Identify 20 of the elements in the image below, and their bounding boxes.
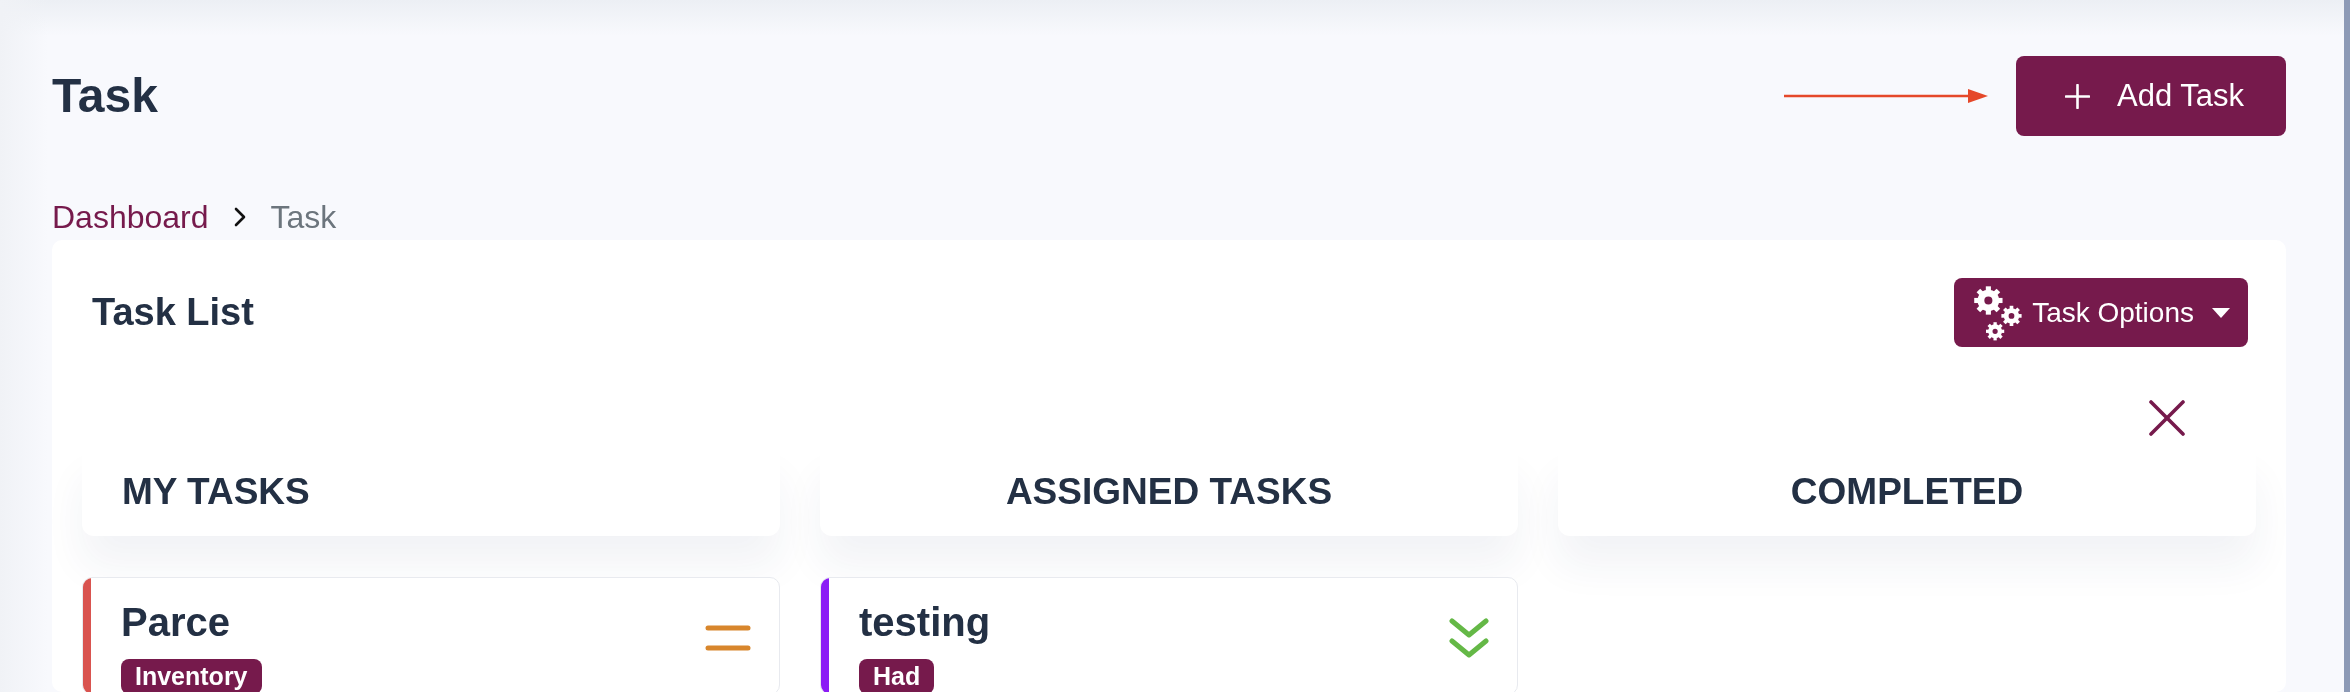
panel-title: Task List <box>92 289 254 335</box>
task-tag: Inventory <box>121 659 262 692</box>
task-card[interactable]: Parce Inventory <box>82 577 780 692</box>
breadcrumb-link[interactable]: Dashboard <box>52 199 209 235</box>
task-options-button[interactable]: Task Options <box>1954 278 2248 347</box>
column-header: ASSIGNED TASKS <box>820 447 1518 536</box>
column-header: COMPLETED <box>1558 447 2256 536</box>
scrollbar[interactable] <box>2344 0 2350 692</box>
breadcrumb-current: Task <box>270 199 337 235</box>
chevron-right-icon <box>233 207 246 227</box>
task-card[interactable]: testing Had <box>820 577 1518 692</box>
page-title: Task <box>52 72 158 120</box>
task-tag: Had <box>859 659 935 692</box>
add-task-button[interactable]: Add Task <box>2016 56 2286 136</box>
task-title: Parce <box>121 599 230 646</box>
task-title: testing <box>859 599 991 646</box>
plus-icon <box>2065 83 2091 109</box>
caret-down-icon <box>2212 307 2230 318</box>
column-header: MY TASKS <box>82 447 780 536</box>
close-icon[interactable] <box>2149 400 2185 436</box>
